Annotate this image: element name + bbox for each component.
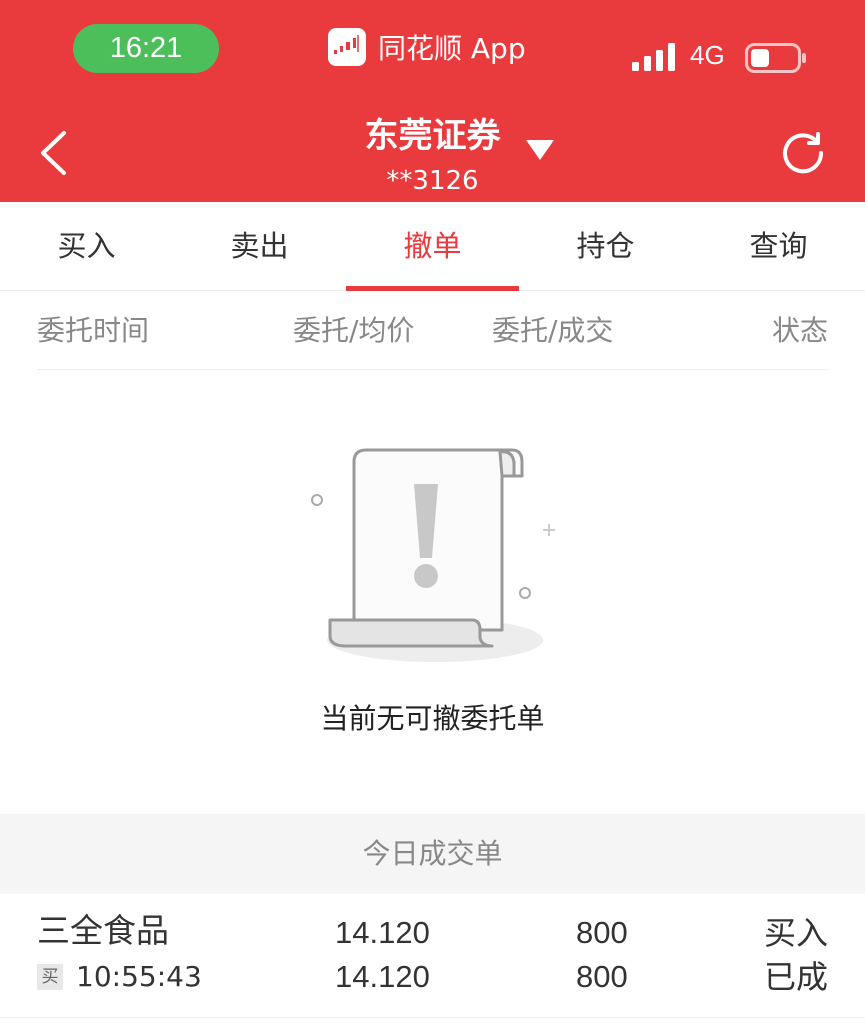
account-number: **3126 <box>386 166 479 196</box>
status-time: 16:21 <box>73 24 219 73</box>
filled-qty: 800 <box>576 959 628 994</box>
stock-name: 三全食品 <box>37 911 169 950</box>
dropdown-triangle-icon[interactable] <box>526 140 554 160</box>
empty-scroll-exclamation-icon <box>311 448 555 662</box>
today-trades-header: 今日成交单 <box>0 814 865 894</box>
trade-status: 已成 <box>763 958 828 996</box>
header-title-group[interactable]: 东莞证券 <box>0 112 865 160</box>
app-logo-icon <box>328 28 366 66</box>
tab-positions[interactable]: 持仓 <box>519 202 692 290</box>
tab-sell[interactable]: 卖出 <box>173 202 346 290</box>
trade-direction: 买入 <box>763 914 828 952</box>
tab-buy[interactable]: 买入 <box>0 202 173 290</box>
order-price: 14.120 <box>335 915 430 950</box>
trade-row[interactable]: 三全食品 买 10:55:43 14.120 14.120 800 800 买入… <box>0 895 865 1018</box>
broker-title: 东莞证券 <box>364 116 501 156</box>
network-type: 4G <box>690 40 725 70</box>
buy-tag-badge: 买 <box>37 964 63 990</box>
signal-bars-icon <box>632 43 675 71</box>
order-column-headers: 委托时间 委托/均价 委托/成交 状态 <box>37 291 828 370</box>
app-name: 同花顺 App <box>378 32 526 65</box>
avg-price: 14.120 <box>335 959 430 994</box>
tab-query[interactable]: 查询 <box>692 202 865 290</box>
app-indicator[interactable]: 同花顺 App <box>328 26 526 68</box>
col-order-price: 委托/均价 <box>293 314 415 347</box>
order-qty: 800 <box>576 915 628 950</box>
trade-tabs: 买入 卖出 撤单 持仓 查询 <box>0 202 865 291</box>
col-order-filled: 委托/成交 <box>492 314 614 347</box>
battery-icon <box>745 43 806 73</box>
empty-state-message: 当前无可撤委托单 <box>320 702 545 735</box>
trade-time: 10:55:43 <box>76 960 202 993</box>
refresh-icon[interactable] <box>780 130 826 176</box>
col-order-time: 委托时间 <box>37 314 150 347</box>
tab-cancel-order[interactable]: 撤单 <box>346 202 519 291</box>
col-status: 状态 <box>771 314 828 347</box>
